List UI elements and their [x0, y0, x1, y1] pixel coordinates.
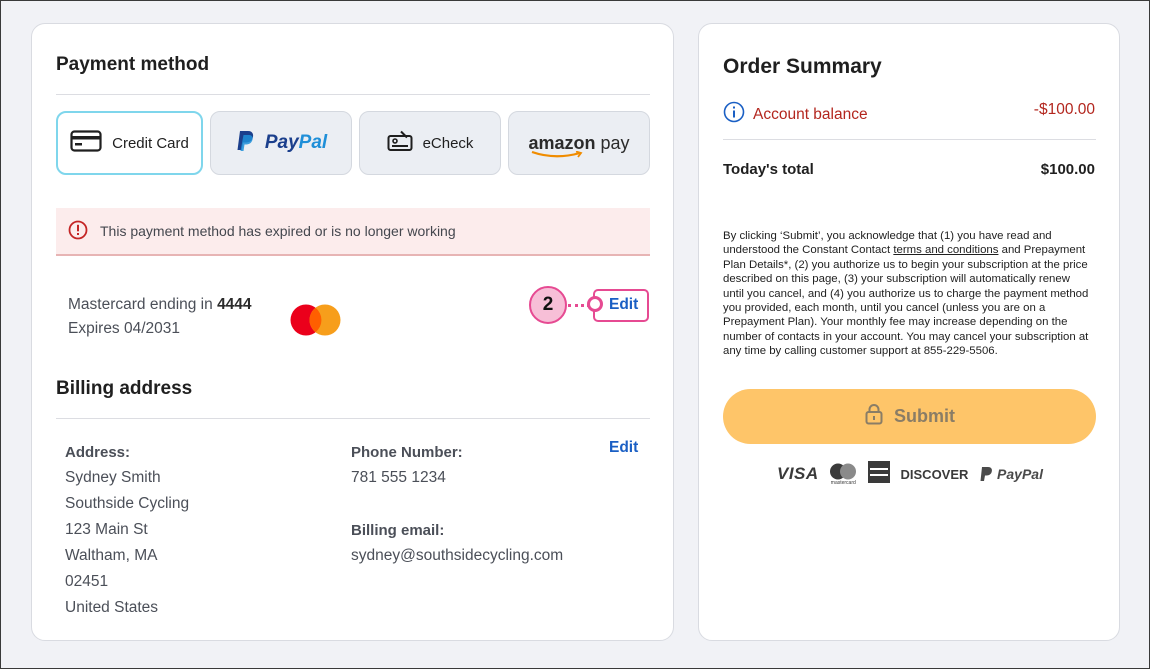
amex-logo-icon [867, 460, 890, 488]
callout-anchor [587, 296, 603, 312]
order-summary-card: Order Summary Account balance -$100.00 T… [698, 23, 1120, 641]
address-line: 02451 [65, 573, 109, 590]
payment-error-alert: This payment method has expired or is no… [56, 208, 650, 256]
address-line: Sydney Smith [65, 469, 161, 486]
billing-email-label: Billing email: [351, 522, 445, 539]
billing-email-value: sydney@southsidecycling.com [351, 547, 564, 564]
alert-text: This payment method has expired or is no… [100, 223, 456, 239]
address-line: 123 Main St [65, 521, 148, 538]
divider [56, 94, 650, 95]
check-icon [387, 130, 413, 156]
account-balance-amount: -$100.00 [1033, 101, 1095, 118]
payment-card: Payment method Credit Card PayPal eCheck… [31, 23, 674, 641]
tab-amazon-pay[interactable]: amazon pay [508, 111, 650, 175]
tab-credit-card[interactable]: Credit Card [56, 111, 203, 175]
lock-icon [864, 403, 884, 430]
submit-label: Submit [894, 406, 955, 426]
paypal-icon [235, 130, 255, 156]
card-description: Mastercard ending in 4444 [68, 296, 252, 313]
amazon-pay-wordmark: amazon pay [528, 133, 630, 158]
legal-text: By clicking ‘Submit’, you acknowledge th… [723, 230, 1089, 358]
paypal-icon [980, 467, 992, 481]
tab-label: eCheck [422, 134, 474, 152]
address-line: United States [65, 599, 159, 616]
mastercard-logo-icon [290, 304, 342, 341]
amazon-smile-icon [532, 150, 583, 158]
billing-address-title: Billing address [56, 378, 193, 399]
todays-total-label: Today's total [723, 161, 814, 178]
payment-method-title: Payment method [56, 54, 210, 75]
paypal-logo: PayPal [979, 466, 1043, 482]
phone-value: 781 555 1234 [351, 469, 446, 486]
discover-logo: DISCOVER [900, 466, 969, 482]
visa-logo: VISA [777, 464, 819, 483]
address-label: Address: [65, 444, 131, 461]
step-callout: 2 [529, 286, 567, 324]
account-balance-label: Account balance [753, 105, 868, 123]
address-line: Southside Cycling [65, 495, 190, 512]
card-expiry: Expires 04/2031 [68, 320, 181, 337]
info-icon[interactable] [723, 101, 745, 128]
tab-label: Credit Card [112, 134, 189, 152]
edit-card-link[interactable]: Edit [609, 296, 638, 314]
alert-icon [68, 220, 88, 243]
account-balance: Account balance [723, 101, 868, 128]
todays-total-amount: $100.00 [1040, 161, 1095, 178]
address-line: Waltham, MA [65, 547, 158, 564]
order-summary-title: Order Summary [723, 55, 882, 78]
edit-billing-link[interactable]: Edit [609, 439, 638, 457]
divider [723, 139, 1096, 140]
credit-card-icon [70, 130, 102, 156]
tab-echeck[interactable]: eCheck [359, 111, 501, 175]
submit-button[interactable]: Submit [723, 389, 1096, 444]
paypal-wordmark: PayPal [264, 132, 328, 153]
divider [56, 418, 650, 419]
phone-label: Phone Number: [351, 444, 463, 461]
tab-paypal[interactable]: PayPal [210, 111, 352, 175]
accepted-payment-brands: VISA mastercard DISCOVER PayPal [777, 460, 1043, 488]
terms-link[interactable]: terms and conditions [893, 244, 998, 256]
mastercard-logo-icon: mastercard [829, 463, 857, 486]
